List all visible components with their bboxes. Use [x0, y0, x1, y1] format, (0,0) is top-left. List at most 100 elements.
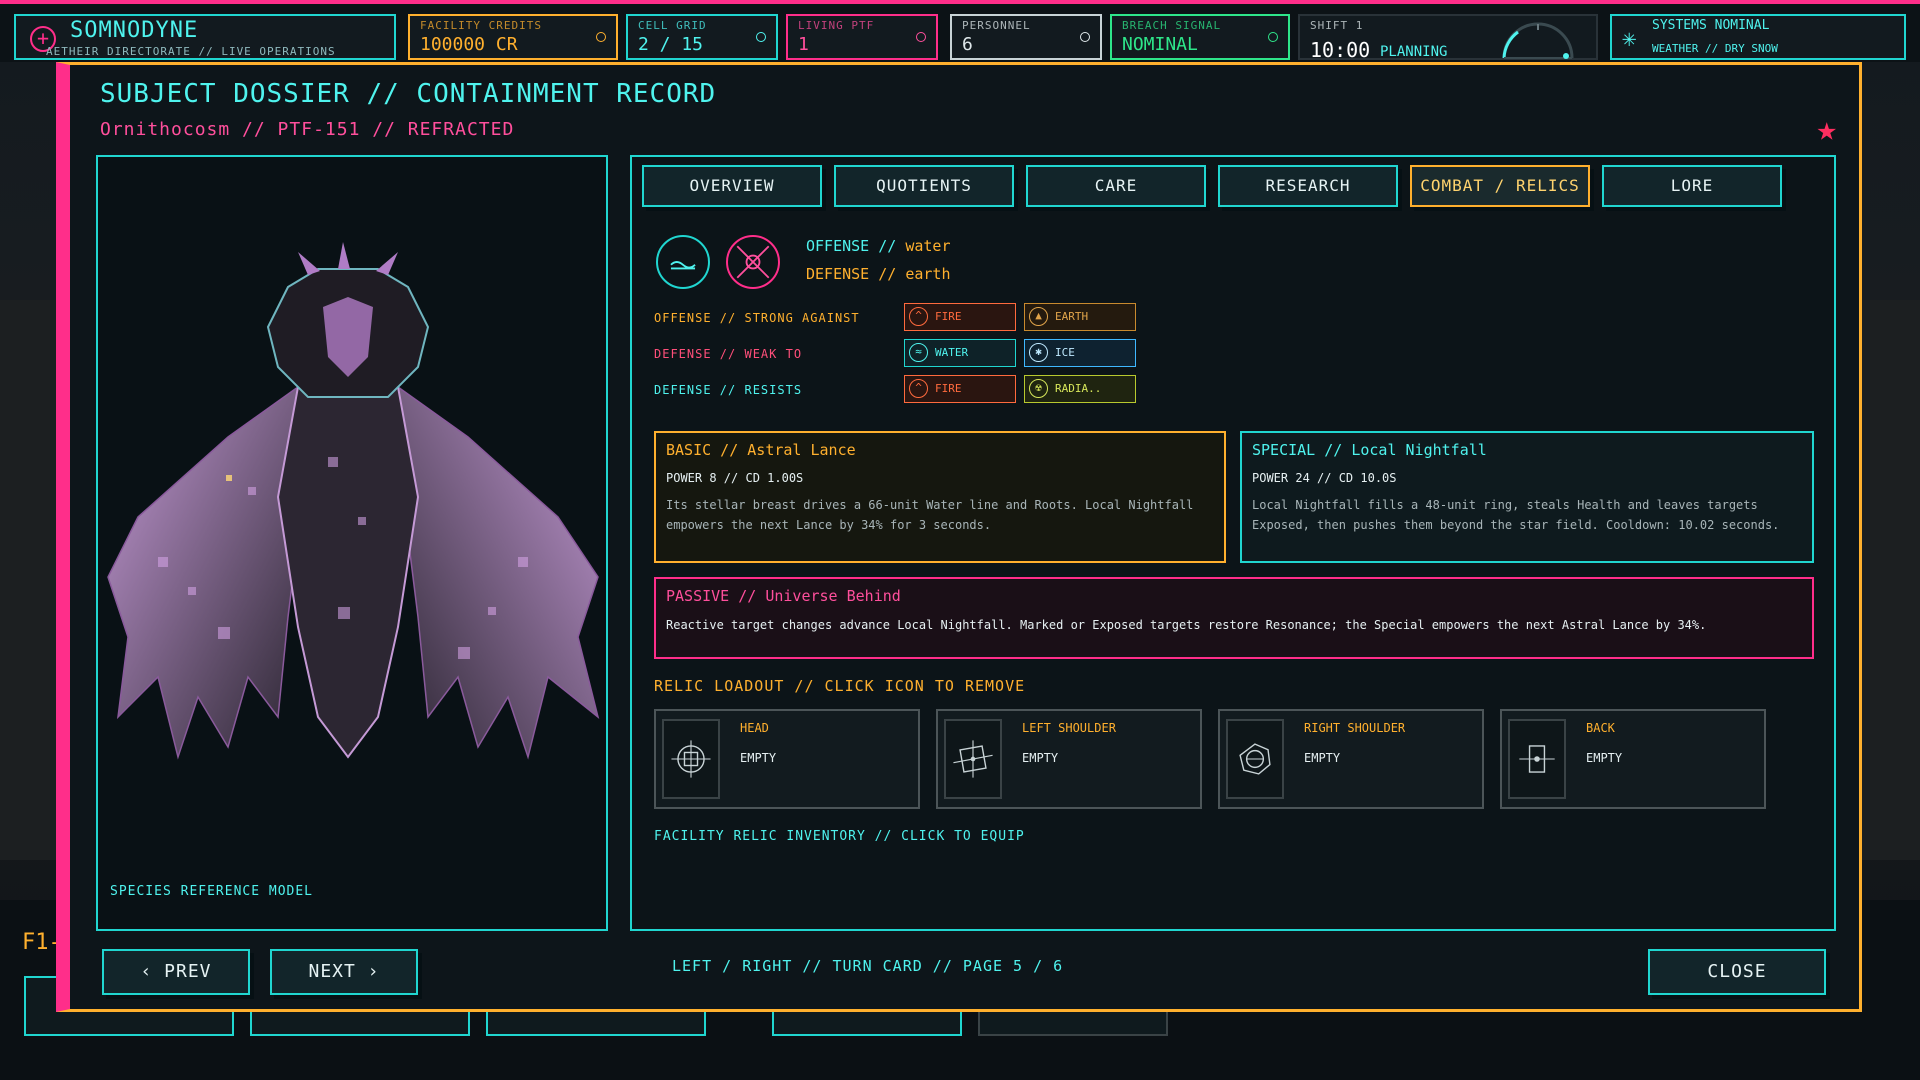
living-ptf-panel: LIVING PTF 1	[786, 14, 938, 60]
special-skill-stats: POWER 24 // CD 10.0S	[1252, 471, 1397, 485]
relic-loadout-title: RELIC LOADOUT // CLICK ICON TO REMOVE	[654, 677, 1026, 695]
bg-wall-right	[1862, 300, 1920, 860]
close-button[interactable]: CLOSE	[1648, 949, 1826, 995]
basic-skill-stats: POWER 8 // CD 1.00S	[666, 471, 804, 485]
tab-combat-relics[interactable]: COMBAT / RELICS	[1410, 165, 1590, 207]
special-skill-title: SPECIAL // Local Nightfall	[1252, 441, 1487, 459]
left-shoulder-slot-name: LEFT SHOULDER	[1022, 721, 1116, 735]
breach-signal-value: NOMINAL	[1122, 34, 1198, 55]
relic-slot-head[interactable]: HEAD EMPTY	[654, 709, 920, 809]
radiation-icon: ☢	[1029, 379, 1048, 398]
time-gauge-icon	[1502, 22, 1574, 59]
cell-grid-label: CELL GRID	[638, 19, 707, 32]
offense-affinity-value: water	[905, 237, 951, 255]
offense-affinity-label: OFFENSE //	[806, 237, 906, 255]
special-skill-desc: Local Nightfall fills a 48-unit ring, st…	[1252, 498, 1780, 532]
credits-panel: FACILITY CREDITS 100000 CR	[408, 14, 618, 60]
basic-skill-card: BASIC // Astral Lance POWER 8 // CD 1.00…	[654, 431, 1226, 563]
brand-subtitle: AETHEIR DIRECTORATE // LIVE OPERATIONS	[46, 45, 336, 58]
tab-overview[interactable]: OVERVIEW	[642, 165, 822, 207]
cell-grid-panel: CELL GRID 2 / 15	[626, 14, 778, 60]
fire-icon: ^	[909, 307, 928, 326]
systems-status-panel: ✳ SYSTEMS NOMINAL WEATHER // DRY SNOW	[1610, 14, 1906, 60]
resists-label: DEFENSE // RESISTS	[654, 383, 803, 397]
shift-panel: SHIFT 1 10:00 PLANNING	[1298, 14, 1598, 62]
personnel-panel: PERSONNEL 6	[950, 14, 1102, 60]
brand-panel: + SOMNODYNE AETHEIR DIRECTORATE // LIVE …	[14, 14, 396, 60]
prev-button[interactable]: ‹ PREV	[102, 949, 250, 995]
next-button[interactable]: NEXT ›	[270, 949, 418, 995]
model-caption: SPECIES REFERENCE MODEL	[110, 884, 314, 899]
chip-label: WATER	[935, 346, 969, 359]
defense-affinity-value: earth	[905, 265, 951, 283]
chip-radiation: ☢ RADIA..	[1024, 375, 1136, 403]
relic-slot-back[interactable]: BACK EMPTY	[1500, 709, 1766, 809]
strong-against-label: OFFENSE // STRONG AGAINST	[654, 311, 860, 325]
credits-label: FACILITY CREDITS	[420, 19, 542, 32]
head-slot-name: HEAD	[740, 721, 769, 735]
right-shoulder-slot-name: RIGHT SHOULDER	[1304, 721, 1406, 735]
shift-mode: PLANNING	[1380, 44, 1448, 60]
head-slot-value: EMPTY	[740, 751, 777, 765]
snowflake-icon: ✳	[1622, 24, 1637, 52]
subject-dossier-modal: SUBJECT DOSSIER // CONTAINMENT RECORD Or…	[56, 62, 1862, 1012]
top-hud: + SOMNODYNE AETHEIR DIRECTORATE // LIVE …	[0, 0, 1920, 62]
personnel-value: 6	[962, 34, 973, 55]
tab-lore[interactable]: LORE	[1602, 165, 1782, 207]
relic-slot-left-shoulder[interactable]: LEFT SHOULDER EMPTY	[936, 709, 1202, 809]
favorite-star-icon[interactable]: ★	[1817, 109, 1837, 149]
credits-status-icon	[596, 32, 606, 42]
passive-skill-title: PASSIVE // Universe Behind	[666, 587, 901, 605]
tab-care[interactable]: CARE	[1026, 165, 1206, 207]
weather-text: WEATHER // DRY SNOW	[1652, 42, 1778, 55]
head-slot-icon[interactable]	[662, 719, 720, 799]
chip-fire: ^ FIRE	[904, 303, 1016, 331]
chip-water: ≈ WATER	[904, 339, 1016, 367]
basic-skill-title: BASIC // Astral Lance	[666, 441, 856, 459]
cell-grid-status-icon	[756, 32, 766, 42]
tab-quotients[interactable]: QUOTIENTS	[834, 165, 1014, 207]
ice-icon: ✱	[1029, 343, 1048, 362]
offense-affinity: OFFENSE // water	[806, 237, 951, 255]
defense-affinity: DEFENSE // earth	[806, 265, 951, 283]
chip-fire-resist: ^ FIRE	[904, 375, 1016, 403]
creature-model-image	[107, 242, 600, 760]
modal-title: SUBJECT DOSSIER // CONTAINMENT RECORD	[100, 79, 717, 109]
cell-grid-value: 2 / 15	[638, 34, 704, 55]
relic-inventory-title: FACILITY RELIC INVENTORY // CLICK TO EQU…	[654, 829, 1025, 844]
water-element-icon	[656, 235, 710, 289]
left-shoulder-slot-value: EMPTY	[1022, 751, 1059, 765]
living-ptf-status-icon	[916, 32, 926, 42]
systems-status-text: SYSTEMS NOMINAL	[1652, 18, 1770, 33]
dossier-tabs: OVERVIEW QUOTIENTS CARE RESEARCH COMBAT …	[642, 165, 1782, 207]
breach-signal-panel: BREACH SIGNAL NOMINAL	[1110, 14, 1290, 60]
relic-slot-right-shoulder[interactable]: RIGHT SHOULDER EMPTY	[1218, 709, 1484, 809]
credits-value: 100000 CR	[420, 34, 518, 55]
chip-label: RADIA..	[1055, 382, 1102, 395]
back-slot-icon[interactable]	[1508, 719, 1566, 799]
basic-skill-desc: Its stellar breast drives a 66-unit Wate…	[666, 498, 1194, 532]
passive-skill-desc: Reactive target changes advance Local Ni…	[666, 618, 1707, 632]
personnel-status-icon	[1080, 32, 1090, 42]
species-model-panel[interactable]: SPECIES REFERENCE MODEL	[96, 155, 608, 931]
passive-skill-card: PASSIVE // Universe Behind Reactive targ…	[654, 577, 1814, 659]
defense-affinity-label: DEFENSE //	[806, 265, 906, 283]
chip-label: EARTH	[1055, 310, 1089, 323]
brand-title: SOMNODYNE	[70, 18, 199, 43]
left-shoulder-slot-icon[interactable]	[944, 719, 1002, 799]
special-skill-card: SPECIAL // Local Nightfall POWER 24 // C…	[1240, 431, 1814, 563]
right-shoulder-slot-icon[interactable]	[1226, 719, 1284, 799]
water-icon: ≈	[909, 343, 928, 362]
shift-time: 10:00	[1310, 38, 1371, 62]
earth-icon: ▲	[1029, 307, 1048, 326]
fire-icon: ^	[909, 379, 928, 398]
back-slot-value: EMPTY	[1586, 751, 1623, 765]
back-slot-name: BACK	[1586, 721, 1615, 735]
subject-subtitle: Ornithocosm // PTF-151 // REFRACTED	[100, 119, 515, 140]
tab-research[interactable]: RESEARCH	[1218, 165, 1398, 207]
living-ptf-label: LIVING PTF	[798, 19, 875, 32]
page-hint: LEFT / RIGHT // TURN CARD // PAGE 5 / 6	[672, 957, 1064, 975]
weak-to-label: DEFENSE // WEAK TO	[654, 347, 803, 361]
bg-wall-left	[0, 300, 60, 860]
living-ptf-value: 1	[798, 34, 809, 55]
